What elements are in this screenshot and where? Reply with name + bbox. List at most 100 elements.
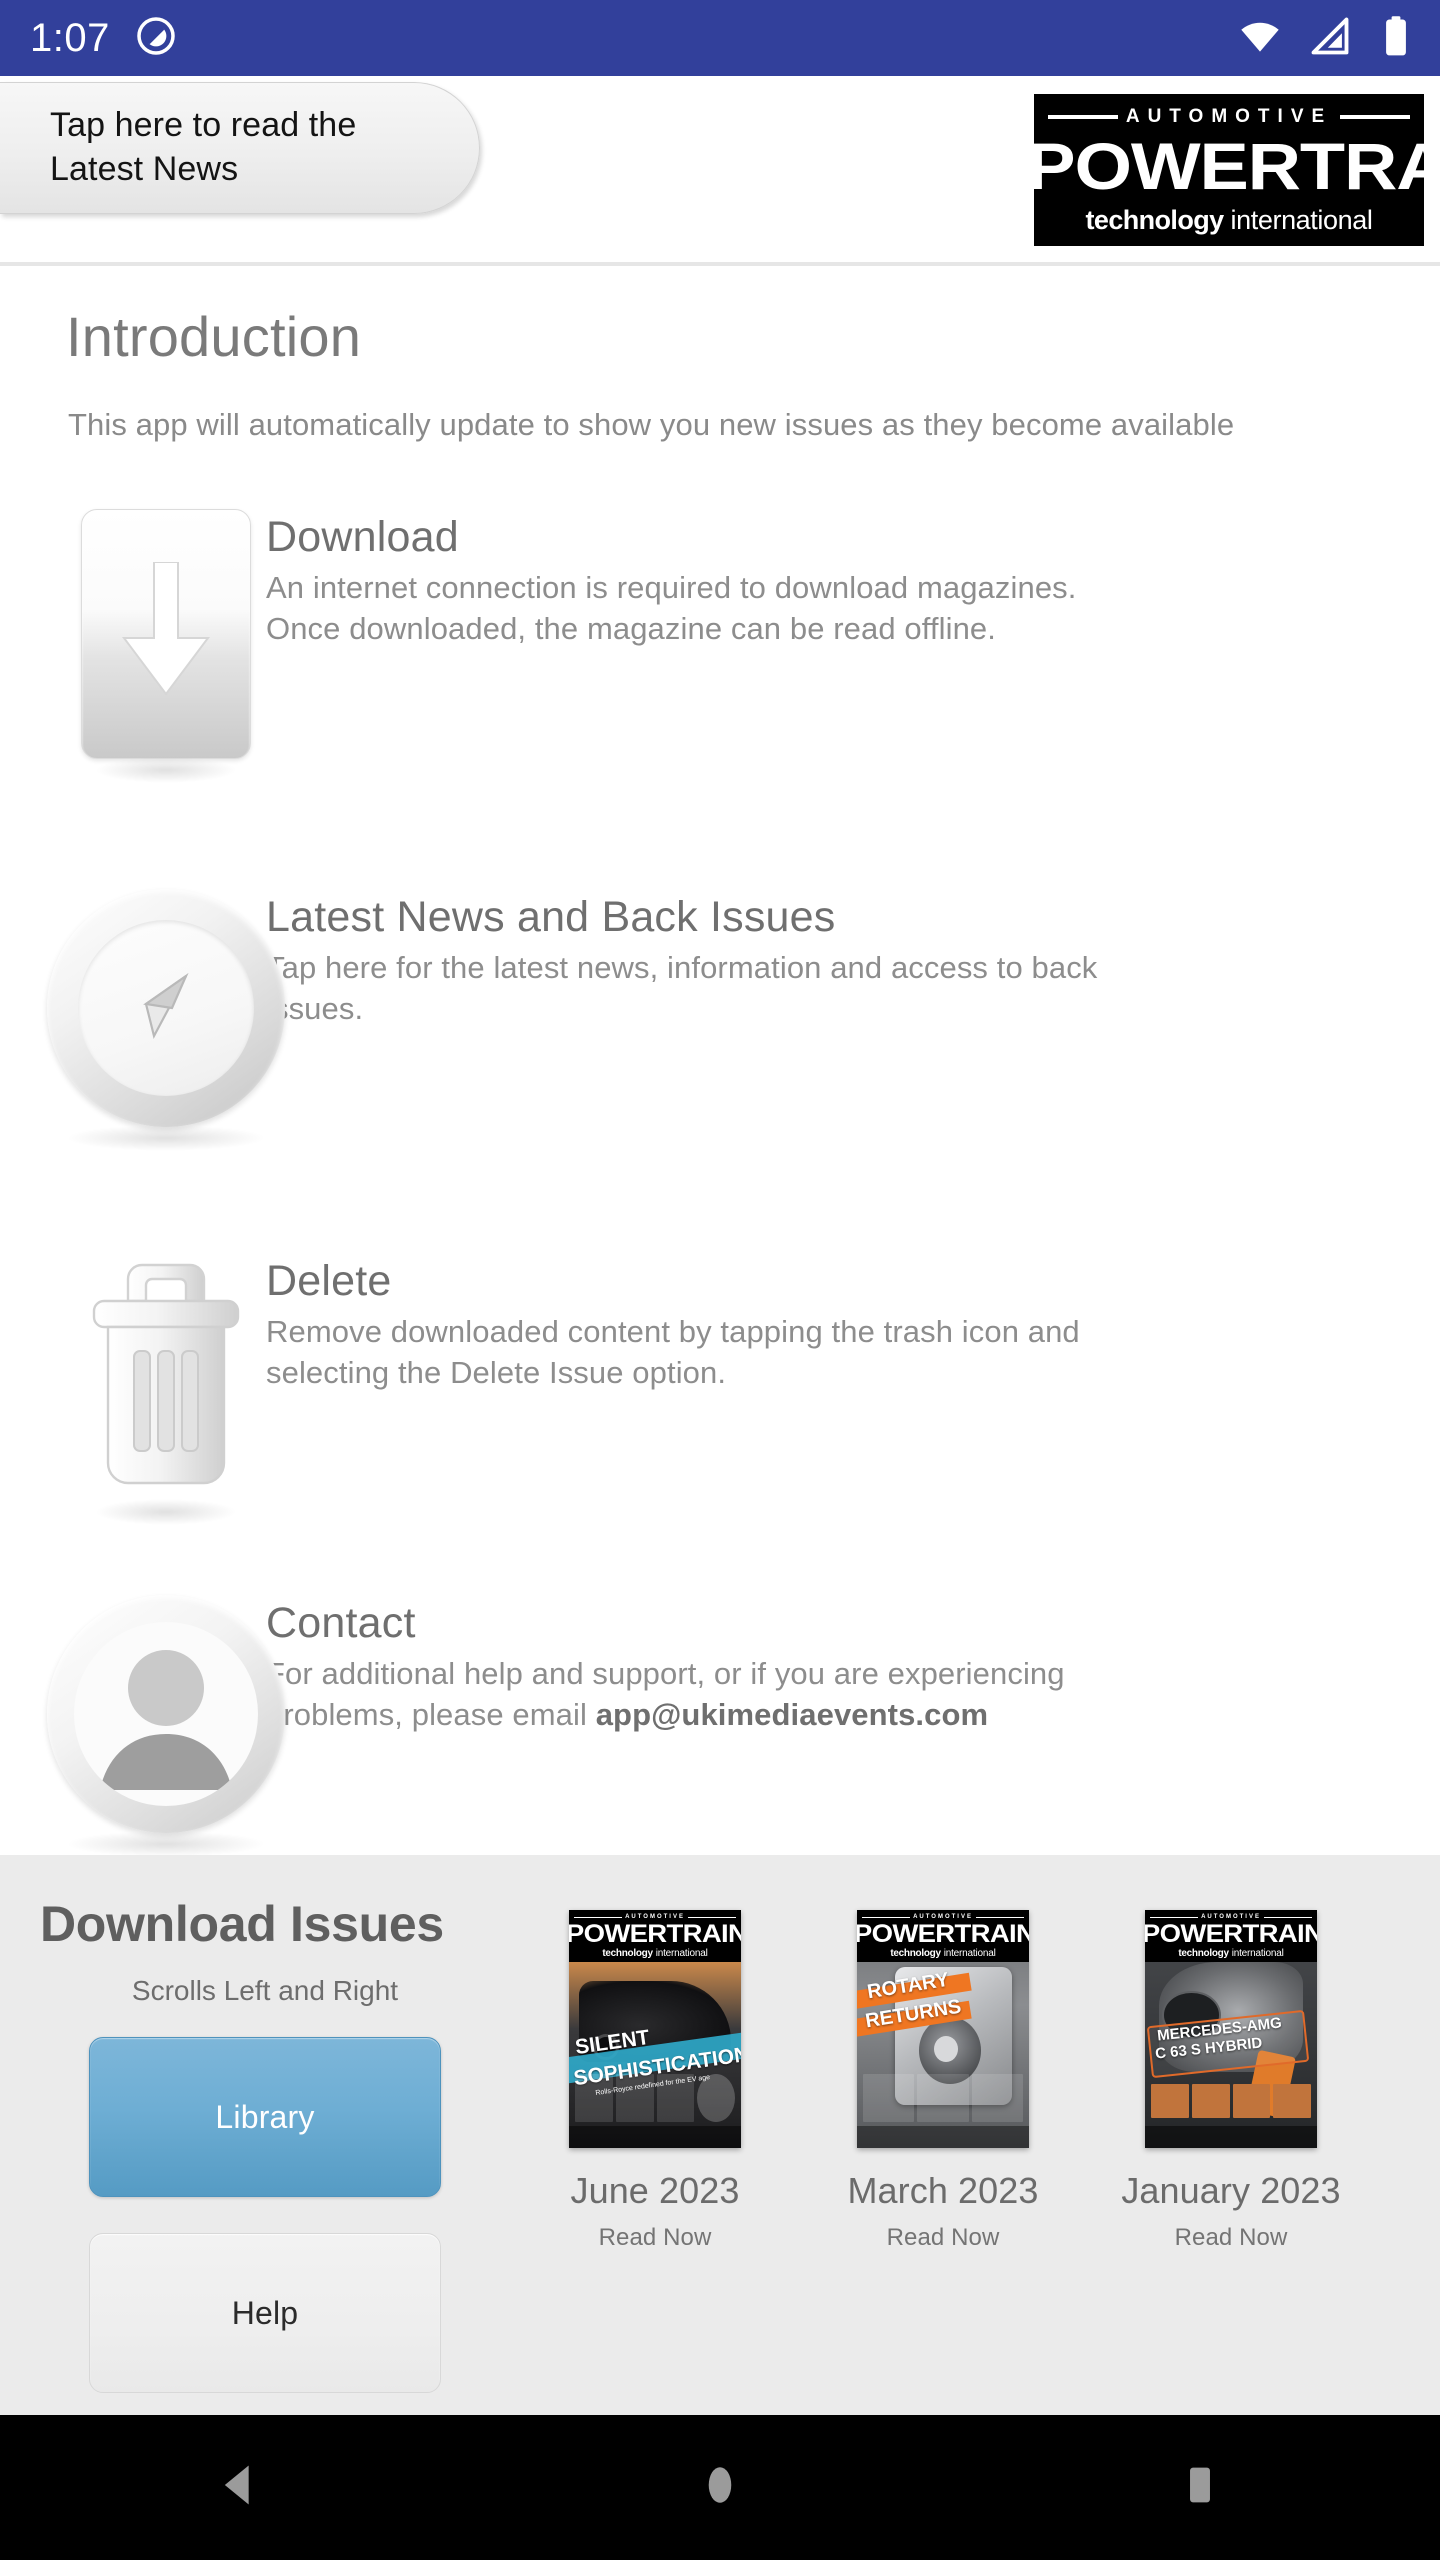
feature-description: Tap here for the latest news, informatio… — [266, 948, 1097, 1030]
issue-cover-thumbnail[interactable]: AUTOMOTIVE POWERTRAIN technology interna… — [569, 1910, 741, 2148]
feature-description: For additional help and support, or if y… — [266, 1654, 1065, 1736]
feature-title: Latest News and Back Issues — [266, 893, 836, 941]
issue-title: March 2023 — [847, 2170, 1039, 2211]
person-avatar-icon — [47, 1595, 285, 1855]
feature-title: Delete — [266, 1257, 392, 1305]
cover-teaser-cell — [697, 2074, 735, 2122]
status-bar-notification-area — [136, 16, 176, 61]
recents-square-icon — [1174, 2459, 1226, 2516]
cover-teaser-cell — [615, 2074, 654, 2122]
nav-back-button[interactable] — [150, 2415, 330, 2560]
status-bar-clock: 1:07 — [30, 16, 110, 60]
feature-icon-slot — [47, 1595, 285, 1855]
cover-masthead-bottom-row: technology international — [574, 1948, 736, 1959]
issue-title: January 2023 — [1121, 2170, 1341, 2211]
cover-masthead: AUTOMOTIVE POWERTRAIN technology interna… — [857, 1910, 1029, 1962]
android-navigation-bar — [0, 2415, 1440, 2560]
download-issues-panel: Download Issues Scrolls Left and Right L… — [0, 1855, 1440, 2415]
cover-technology-text: technology — [602, 1948, 653, 1959]
issue-read-now-link[interactable]: Read Now — [599, 2224, 712, 2252]
cover-rule-right — [975, 1916, 1025, 1918]
download-arrow-icon — [81, 509, 251, 783]
logo-subtitle-row: technology international — [1048, 205, 1410, 236]
cover-teaser-strip — [857, 2074, 1029, 2122]
cover-teaser-cell — [1191, 2084, 1230, 2118]
introduction-content: Introduction This app will automatically… — [0, 266, 1440, 1855]
cover-teaser-cell — [863, 2074, 915, 2122]
feature-icon-slot — [66, 509, 266, 783]
library-button[interactable]: Library — [89, 2037, 441, 2197]
wifi-icon — [1238, 14, 1282, 63]
cover-teaser-cell — [656, 2074, 695, 2122]
issue-card[interactable]: AUTOMOTIVE POWERTRAIN technology interna… — [1106, 1910, 1356, 2252]
help-button[interactable]: Help — [89, 2233, 441, 2393]
feature-desc-line1: An internet connection is required to do… — [266, 570, 1077, 605]
cover-international-text: international — [655, 1948, 708, 1959]
latest-news-tab-label: Tap here to read the Latest News — [50, 104, 356, 191]
battery-full-icon — [1378, 14, 1414, 63]
logo-international-text: international — [1230, 204, 1373, 235]
cover-masthead-bottom-row: technology international — [862, 1948, 1024, 1959]
home-circle-icon — [694, 2459, 746, 2516]
trash-can-icon — [82, 1253, 250, 1525]
download-issues-left-column: Download Issues Scrolls Left and Right L… — [0, 1855, 530, 2415]
support-email-address[interactable]: app@ukimediaevents.com — [596, 1697, 989, 1732]
issue-read-now-link[interactable]: Read Now — [1175, 2224, 1288, 2252]
compass-needle-glyph — [143, 972, 189, 1040]
issue-title: June 2023 — [570, 2170, 740, 2211]
logo-rule-right — [1340, 115, 1411, 119]
nav-recents-button[interactable] — [1110, 2415, 1290, 2560]
cellular-signal-icon — [1308, 14, 1352, 63]
download-issues-subheading: Scrolls Left and Right — [131, 1975, 399, 2006]
cover-technology-text: technology — [890, 1948, 941, 1959]
feature-description: Remove downloaded content by tapping the… — [266, 1312, 1080, 1394]
cover-masthead: AUTOMOTIVE POWERTRAIN technology interna… — [569, 1910, 741, 1962]
cover-international-text: international — [1231, 1948, 1284, 1959]
cover-teaser-strip — [1145, 2084, 1317, 2118]
issue-cover-thumbnail[interactable]: AUTOMOTIVE POWERTRAIN technology interna… — [857, 1910, 1029, 2148]
magazine-logo: AUTOMOTIVE POWERTRAIN technology interna… — [1026, 94, 1440, 246]
trash-can-glyph — [92, 1263, 240, 1485]
feature-desc-line2-prefix: problems, please email — [266, 1696, 596, 1732]
issue-read-now-link[interactable]: Read Now — [887, 2224, 1000, 2252]
cover-teaser-cell — [1151, 2084, 1189, 2118]
feature-title: Download — [266, 513, 459, 561]
feature-desc-line1: For additional help and support, or if y… — [266, 1656, 1065, 1691]
logo-automotive-row: AUTOMOTIVE — [1048, 106, 1411, 128]
cover-international-text: international — [943, 1948, 996, 1959]
cover-powertrain-text: POWERTRAIN — [569, 1919, 741, 1948]
latest-news-tab-line2: Latest News — [50, 150, 239, 188]
feature-title: Contact — [266, 1599, 416, 1647]
cover-teaser-cell — [1232, 2084, 1271, 2118]
cover-teaser-cell — [575, 2074, 613, 2122]
latest-news-tab-line1: Tap here to read the — [50, 106, 357, 145]
feature-desc-line1: Remove downloaded content by tapping the… — [266, 1314, 1080, 1349]
feature-icon-slot — [66, 1253, 266, 1525]
logo-automotive-text: AUTOMOTIVE — [1125, 106, 1333, 127]
cover-masthead-bottom-row: technology international — [1150, 1948, 1312, 1959]
cover-teaser-strip — [569, 2074, 741, 2122]
do-not-disturb-icon — [136, 16, 176, 61]
issue-card[interactable]: AUTOMOTIVE POWERTRAIN technology interna… — [530, 1910, 780, 2252]
logo-technology-text: technology — [1085, 204, 1225, 235]
cover-rule-right — [1263, 1916, 1313, 1918]
cover-footer-bar — [857, 2126, 1029, 2148]
feature-text-latest-news: Latest News and Back Issues Tap here for… — [266, 889, 1097, 1030]
cover-footer-bar — [569, 2126, 741, 2148]
latest-news-tab[interactable]: Tap here to read the Latest News — [0, 82, 480, 214]
cover-footer-bar — [1145, 2126, 1317, 2148]
download-issues-heading: Download Issues — [40, 1896, 444, 1952]
nav-home-button[interactable] — [630, 2415, 810, 2560]
cover-teaser-cell — [1273, 2084, 1311, 2118]
issue-card[interactable]: AUTOMOTIVE POWERTRAIN technology interna… — [818, 1910, 1068, 2252]
back-triangle-icon — [214, 2459, 266, 2516]
status-bar: 1:07 — [0, 0, 1440, 76]
logo-rule-left — [1048, 115, 1118, 119]
issues-carousel[interactable]: AUTOMOTIVE POWERTRAIN technology interna… — [530, 1855, 1440, 2415]
feature-desc-line1: Tap here for the latest news, informatio… — [266, 950, 1098, 985]
cover-masthead: AUTOMOTIVE POWERTRAIN technology interna… — [1145, 1910, 1317, 1962]
issue-cover-thumbnail[interactable]: AUTOMOTIVE POWERTRAIN technology interna… — [1145, 1910, 1317, 2148]
cover-technology-text: technology — [1178, 1948, 1229, 1959]
feature-row-latest-news: Latest News and Back Issues Tap here for… — [47, 889, 1380, 1151]
cover-powertrain-text: POWERTRAIN — [857, 1919, 1029, 1948]
